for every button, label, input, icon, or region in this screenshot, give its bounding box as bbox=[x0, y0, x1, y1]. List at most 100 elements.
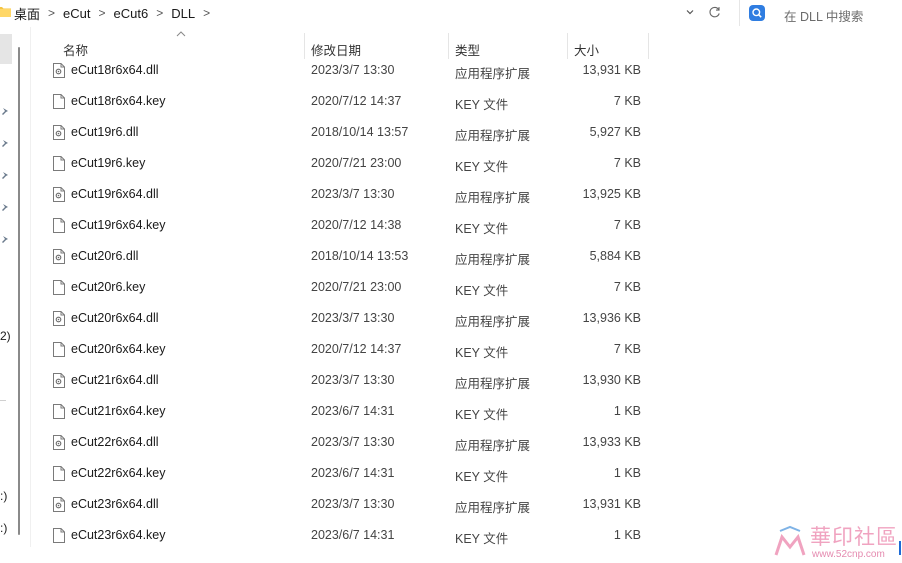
file-size: 7 KB bbox=[613, 218, 641, 232]
file-row[interactable]: eCut19r6x64.dll 2023/3/7 13:30 应用程序扩展 13,92… bbox=[48, 179, 648, 210]
file-size: 13,925 KB bbox=[582, 187, 641, 201]
pin-icon[interactable] bbox=[0, 171, 10, 181]
file-name[interactable]: eCut22r6x64.dll bbox=[71, 435, 159, 449]
file-row[interactable]: eCut20r6x64.dll 2023/3/7 13:30 应用程序扩展 13,93… bbox=[48, 303, 648, 334]
nav-item-label[interactable]: :) bbox=[0, 489, 7, 503]
file-type: KEY 文件 bbox=[455, 98, 509, 112]
breadcrumb-item-ecut6[interactable]: eCut6 bbox=[114, 6, 149, 21]
file-date: 2023/6/7 14:31 bbox=[311, 528, 395, 542]
navigation-pane[interactable]: 2) :) :) bbox=[0, 27, 14, 563]
file-type: 应用程序扩展 bbox=[455, 315, 531, 329]
column-divider[interactable] bbox=[648, 33, 649, 59]
blank-file-icon bbox=[53, 342, 65, 357]
file-type: 应用程序扩展 bbox=[455, 253, 531, 267]
blank-file-icon bbox=[53, 156, 65, 171]
file-row[interactable]: eCut21r6x64.dll 2023/3/7 13:30 应用程序扩展 13,93… bbox=[48, 365, 648, 396]
watermark: 華印社區 www.52cnp.com bbox=[772, 521, 900, 563]
file-row[interactable]: eCut19r6x64.key 2020/7/12 14:38 KEY 文件 7 KB bbox=[48, 210, 648, 241]
file-date: 2020/7/12 14:37 bbox=[311, 342, 402, 356]
dll-file-icon bbox=[53, 435, 65, 450]
file-size: 5,927 KB bbox=[589, 125, 641, 139]
file-name[interactable]: eCut19r6.key bbox=[71, 156, 145, 170]
file-type: 应用程序扩展 bbox=[455, 439, 531, 453]
file-row[interactable]: eCut23r6x64.dll 2023/3/7 13:30 应用程序扩展 13,93… bbox=[48, 489, 648, 520]
dll-file-icon bbox=[53, 249, 65, 264]
refresh-icon[interactable] bbox=[707, 5, 722, 20]
file-size: 13,930 KB bbox=[582, 373, 641, 387]
breadcrumb-item-dll[interactable]: DLL bbox=[171, 6, 195, 21]
file-name[interactable]: eCut19r6.dll bbox=[71, 125, 138, 139]
file-row[interactable]: eCut18r6x64.key 2020/7/12 14:37 KEY 文件 7 KB bbox=[48, 86, 648, 117]
blank-file-icon bbox=[53, 218, 65, 233]
pin-icon[interactable] bbox=[0, 107, 10, 117]
title-address-bar: 桌面 > eCut > eCut6 > DLL > 在 DLL 中搜索 bbox=[0, 0, 902, 27]
address-bar[interactable]: 桌面 > eCut > eCut6 > DLL > bbox=[0, 0, 733, 27]
nav-selected-item[interactable] bbox=[0, 34, 12, 64]
dll-file-icon bbox=[53, 125, 65, 140]
breadcrumb-separator[interactable]: > bbox=[99, 6, 106, 20]
file-date: 2023/3/7 13:30 bbox=[311, 497, 395, 511]
file-row[interactable]: eCut19r6.dll 2018/10/14 13:57 应用程序扩展 5,927 … bbox=[48, 117, 648, 148]
blank-file-icon bbox=[53, 280, 65, 295]
file-row[interactable]: eCut20r6x64.key 2020/7/12 14:37 KEY 文件 7 KB bbox=[48, 334, 648, 365]
file-name[interactable]: eCut20r6.key bbox=[71, 280, 145, 294]
file-type: KEY 文件 bbox=[455, 222, 509, 236]
search-placeholder: 在 DLL 中搜索 bbox=[784, 10, 864, 24]
pin-icon[interactable] bbox=[0, 203, 10, 213]
dll-file-icon bbox=[53, 187, 65, 202]
file-date: 2023/3/7 13:30 bbox=[311, 187, 395, 201]
file-row[interactable]: eCut18r6x64.dll 2023/3/7 13:30 应用程序扩展 13,93… bbox=[48, 55, 648, 86]
breadcrumb-item-desktop[interactable]: 桌面 bbox=[14, 4, 40, 23]
breadcrumb-separator[interactable]: > bbox=[203, 6, 210, 20]
file-name[interactable]: eCut20r6x64.dll bbox=[71, 311, 159, 325]
dll-file-icon bbox=[53, 63, 65, 78]
nav-scrollbar[interactable] bbox=[18, 47, 20, 535]
dll-file-icon bbox=[53, 497, 65, 512]
pane-divider[interactable] bbox=[30, 27, 31, 547]
file-date: 2023/3/7 13:30 bbox=[311, 435, 395, 449]
search-box[interactable]: 在 DLL 中搜索 bbox=[739, 0, 902, 26]
file-name[interactable]: eCut19r6x64.key bbox=[71, 218, 166, 232]
file-size: 13,931 KB bbox=[582, 497, 641, 511]
breadcrumb-separator[interactable]: > bbox=[48, 6, 55, 20]
file-size: 1 KB bbox=[613, 528, 641, 542]
file-date: 2020/7/12 14:37 bbox=[311, 94, 402, 108]
file-name[interactable]: eCut18r6x64.key bbox=[71, 94, 166, 108]
file-date: 2023/6/7 14:31 bbox=[311, 466, 395, 480]
file-date: 2020/7/12 14:38 bbox=[311, 218, 402, 232]
file-row[interactable]: eCut20r6.dll 2018/10/14 13:53 应用程序扩展 5,884 … bbox=[48, 241, 648, 272]
file-type: KEY 文件 bbox=[455, 346, 509, 360]
file-name[interactable]: eCut18r6x64.dll bbox=[71, 63, 159, 77]
nav-item-label[interactable]: :) bbox=[0, 521, 7, 535]
file-name[interactable]: eCut20r6.dll bbox=[71, 249, 138, 263]
file-row[interactable]: eCut21r6x64.key 2023/6/7 14:31 KEY 文件 1 KB bbox=[48, 396, 648, 427]
nav-divider bbox=[0, 400, 6, 401]
blank-file-icon bbox=[53, 94, 65, 109]
file-row[interactable]: eCut23r6x64.key 2023/6/7 14:31 KEY 文件 1 KB bbox=[48, 520, 648, 551]
watermark-url: www.52cnp.com bbox=[812, 549, 885, 560]
nav-item-label[interactable]: 2) bbox=[0, 329, 11, 343]
file-name[interactable]: eCut19r6x64.dll bbox=[71, 187, 159, 201]
pin-icon[interactable] bbox=[0, 139, 10, 149]
file-type: KEY 文件 bbox=[455, 532, 509, 546]
chevron-down-icon[interactable] bbox=[683, 5, 697, 19]
file-size: 7 KB bbox=[613, 280, 641, 294]
file-row[interactable]: eCut22r6x64.key 2023/6/7 14:31 KEY 文件 1 KB bbox=[48, 458, 648, 489]
file-name[interactable]: eCut23r6x64.dll bbox=[71, 497, 159, 511]
blank-file-icon bbox=[53, 404, 65, 419]
file-row[interactable]: eCut19r6.key 2020/7/21 23:00 KEY 文件 7 KB bbox=[48, 148, 648, 179]
file-name[interactable]: eCut23r6x64.key bbox=[71, 528, 166, 542]
breadcrumb-separator[interactable]: > bbox=[156, 6, 163, 20]
file-row[interactable]: eCut22r6x64.dll 2023/3/7 13:30 应用程序扩展 13,93… bbox=[48, 427, 648, 458]
file-name[interactable]: eCut21r6x64.dll bbox=[71, 373, 159, 387]
breadcrumb-item-ecut[interactable]: eCut bbox=[63, 6, 90, 21]
file-size: 7 KB bbox=[613, 156, 641, 170]
file-name[interactable]: eCut21r6x64.key bbox=[71, 404, 166, 418]
file-row[interactable]: eCut20r6.key 2020/7/21 23:00 KEY 文件 7 KB bbox=[48, 272, 648, 303]
file-name[interactable]: eCut22r6x64.key bbox=[71, 466, 166, 480]
file-type: 应用程序扩展 bbox=[455, 67, 531, 81]
file-date: 2018/10/14 13:53 bbox=[311, 249, 409, 263]
pin-icon[interactable] bbox=[0, 235, 10, 245]
file-name[interactable]: eCut20r6x64.key bbox=[71, 342, 166, 356]
watermark-logo-icon bbox=[774, 525, 806, 556]
